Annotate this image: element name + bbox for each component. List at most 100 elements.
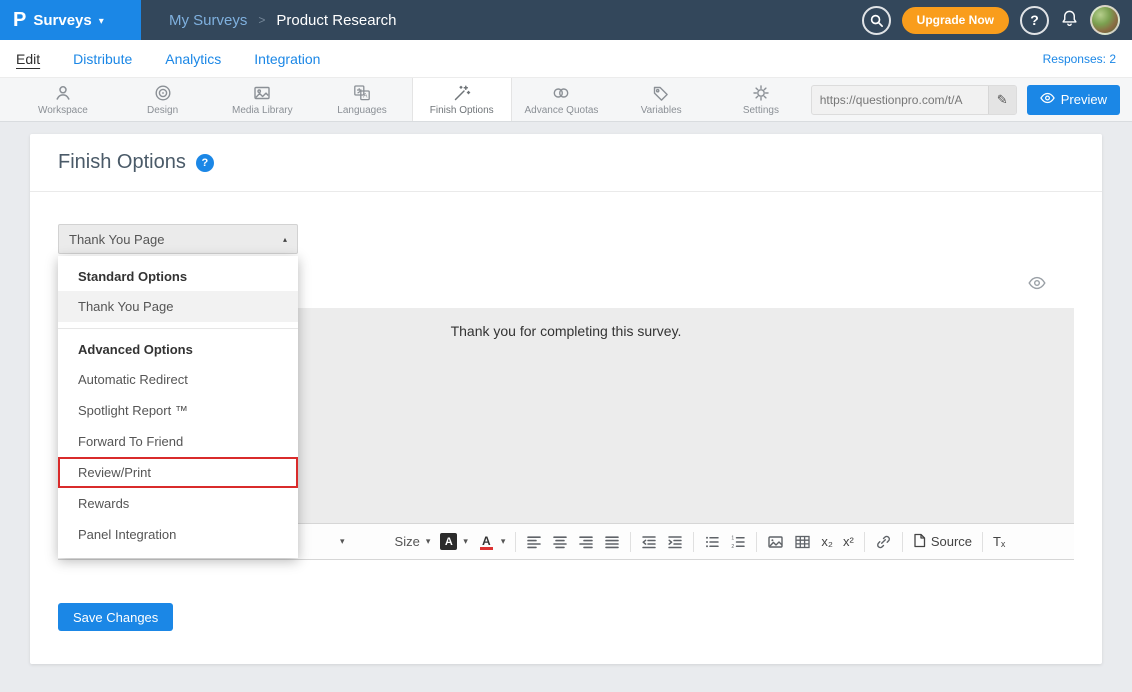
pencil-icon: ✎ — [997, 92, 1008, 107]
toolbar-separator — [902, 532, 903, 552]
size-label: Size — [395, 534, 420, 549]
menu-item-panel-integration[interactable]: Panel Integration — [58, 519, 298, 550]
selected-option-label: Thank You Page — [69, 232, 164, 247]
font-dropdown-caret-icon[interactable]: ▾ — [340, 536, 345, 547]
svg-text:1: 1 — [732, 535, 735, 541]
search-button[interactable] — [862, 6, 891, 35]
text-color-icon: A — [478, 533, 495, 550]
insert-table-icon[interactable] — [794, 534, 811, 550]
tab-integration[interactable]: Integration — [254, 51, 320, 67]
tab-analytics[interactable]: Analytics — [165, 51, 221, 67]
numbered-list-icon[interactable]: 1 2 — [730, 534, 746, 550]
search-icon — [869, 13, 884, 28]
card-body: Thank You Page ▴ Standard Options Thank … — [30, 192, 1102, 631]
insert-image-icon[interactable] — [767, 534, 784, 550]
source-label: Source — [931, 534, 972, 549]
finish-option-menu: Standard Options Thank You Page Advanced… — [58, 256, 298, 558]
link-icon[interactable] — [875, 534, 892, 550]
notifications-button[interactable] — [1060, 9, 1079, 31]
bulleted-list-icon[interactable] — [704, 534, 720, 550]
toolbar-separator — [864, 532, 865, 552]
background-color-icon: A — [440, 533, 457, 550]
surveys-menu[interactable]: P Surveys ▾ — [0, 0, 141, 40]
outdent-icon[interactable] — [641, 534, 657, 550]
topbar: P Surveys ▾ My Surveys > Product Researc… — [0, 0, 1132, 40]
menu-item-spotlight-report[interactable]: Spotlight Report ™ — [58, 395, 298, 426]
toolbar-item-variables[interactable]: Variables — [611, 78, 711, 121]
source-button[interactable]: Source — [913, 533, 972, 551]
survey-url-input[interactable] — [812, 93, 988, 107]
svg-text:2: 2 — [732, 543, 735, 549]
toolbar-item-label: Media Library — [232, 105, 293, 116]
product-name: Surveys — [33, 12, 91, 29]
toolbar-item-media-library[interactable]: Media Library — [212, 78, 312, 121]
align-right-icon[interactable] — [578, 534, 594, 550]
magic-wand-icon — [452, 83, 472, 103]
subscript-icon[interactable]: x₂ — [821, 534, 833, 549]
finish-options-card: Finish Options ? Thank You Page ▴ Standa… — [30, 134, 1102, 664]
background-color-picker[interactable]: A ▾ — [440, 533, 468, 550]
align-justify-icon[interactable] — [604, 534, 620, 550]
tab-edit[interactable]: Edit — [16, 51, 40, 67]
eye-icon — [1028, 276, 1046, 295]
toolbar-item-advance-quotas[interactable]: Advance Quotas — [512, 78, 612, 121]
toolbar-right: ✎ Preview — [811, 78, 1132, 121]
save-changes-button[interactable]: Save Changes — [58, 603, 173, 631]
menu-divider — [58, 328, 298, 329]
align-center-icon[interactable] — [552, 534, 568, 550]
main-area: Finish Options ? Thank You Page ▴ Standa… — [0, 122, 1132, 692]
toolbar-item-label: Advance Quotas — [524, 105, 598, 116]
text-color-picker[interactable]: A ▾ — [478, 533, 506, 550]
toolbar-item-workspace[interactable]: Workspace — [13, 78, 113, 121]
question-icon: ? — [1030, 12, 1039, 28]
size-dropdown[interactable]: Size ▾ — [395, 534, 431, 549]
toolbar-item-label: Variables — [641, 105, 682, 116]
menu-item-automatic-redirect[interactable]: Automatic Redirect — [58, 364, 298, 395]
edit-url-button[interactable]: ✎ — [988, 86, 1016, 114]
breadcrumb-separator: > — [258, 13, 265, 27]
toolbar-item-languages[interactable]: A Languages — [312, 78, 412, 121]
gear-icon — [751, 83, 771, 103]
chevron-down-icon: ▾ — [99, 16, 104, 27]
toolbar-item-design[interactable]: Design — [113, 78, 213, 121]
breadcrumb: My Surveys > Product Research — [169, 12, 396, 29]
caret-up-icon: ▴ — [283, 235, 287, 244]
toolbar-item-settings[interactable]: Settings — [711, 78, 811, 121]
toolbar-separator — [630, 532, 631, 552]
menu-item-thank-you-page[interactable]: Thank You Page — [58, 291, 298, 322]
toolbar-item-label: Workspace — [38, 105, 88, 116]
card-header: Finish Options ? — [30, 134, 1102, 192]
page-title: Finish Options — [58, 151, 186, 174]
quotas-icon — [551, 83, 571, 103]
tab-distribute[interactable]: Distribute — [73, 51, 132, 67]
breadcrumb-current: Product Research — [276, 12, 396, 29]
source-doc-icon — [913, 533, 926, 551]
workspace-icon — [53, 83, 73, 103]
help-icon[interactable]: ? — [196, 154, 214, 172]
align-left-icon[interactable] — [526, 534, 542, 550]
chevron-down-icon: ▾ — [463, 536, 468, 547]
survey-url-box: ✎ — [811, 85, 1017, 115]
upgrade-now-button[interactable]: Upgrade Now — [902, 7, 1009, 34]
menu-item-review-print[interactable]: Review/Print — [58, 457, 298, 488]
questionpro-logo: P — [13, 9, 26, 32]
breadcrumb-my-surveys[interactable]: My Surveys — [169, 12, 247, 29]
toolbar-item-label: Settings — [743, 105, 779, 116]
menu-item-rewards[interactable]: Rewards — [58, 488, 298, 519]
remove-format-icon[interactable]: Tₓ — [993, 534, 1005, 549]
chevron-down-icon: ▾ — [501, 536, 506, 547]
responses-count[interactable]: Responses: 2 — [1043, 52, 1116, 66]
avatar[interactable] — [1090, 5, 1120, 35]
nav-tabs: Edit Distribute Analytics Integration Re… — [0, 40, 1132, 78]
toolbar-item-finish-options[interactable]: Finish Options — [412, 78, 512, 121]
editor-visibility-toggle[interactable] — [1028, 276, 1046, 295]
preview-label: Preview — [1061, 92, 1107, 107]
help-button[interactable]: ? — [1020, 6, 1049, 35]
indent-icon[interactable] — [667, 534, 683, 550]
eye-icon — [1040, 92, 1055, 107]
toolbar-item-label: Finish Options — [430, 105, 494, 116]
menu-item-forward-to-friend[interactable]: Forward To Friend — [58, 426, 298, 457]
finish-option-select[interactable]: Thank You Page ▴ — [58, 224, 298, 254]
preview-button[interactable]: Preview — [1027, 85, 1120, 115]
superscript-icon[interactable]: x² — [843, 534, 854, 549]
